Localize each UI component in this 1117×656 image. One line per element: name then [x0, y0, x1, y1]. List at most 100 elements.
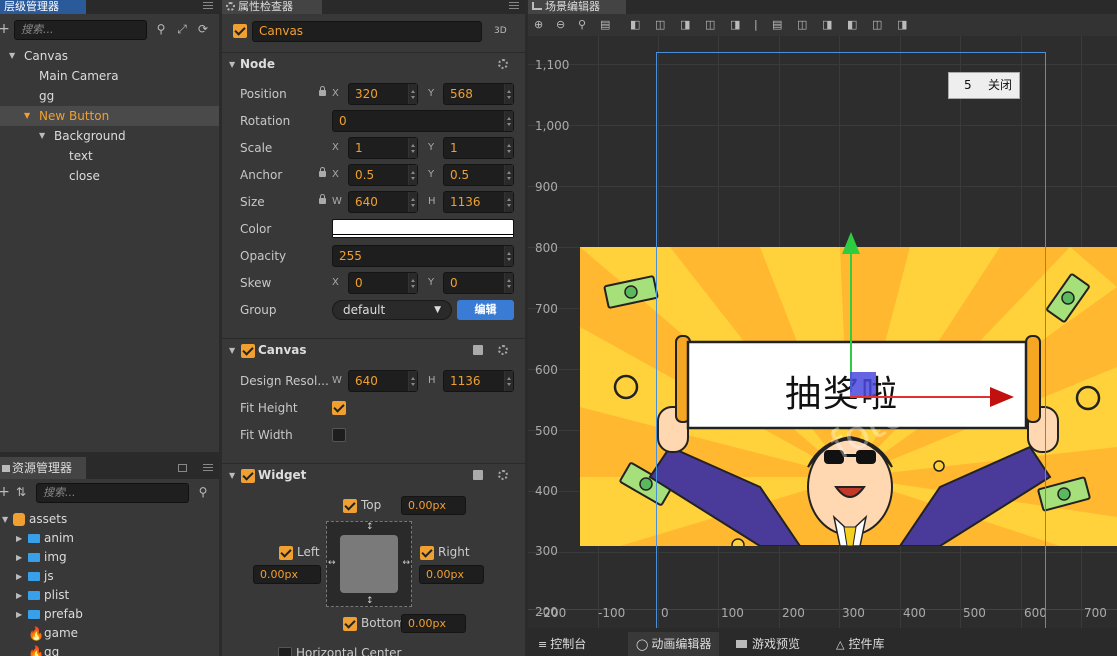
canvas-enabled-checkbox[interactable]: [241, 344, 255, 358]
tab-hierarchy[interactable]: 层级管理器: [0, 0, 86, 14]
gizmo-x-arrow-icon[interactable]: [990, 387, 1014, 407]
distribute-hcenter-icon[interactable]: ◫: [872, 18, 882, 31]
stepper[interactable]: [408, 192, 417, 212]
distribute-right-icon[interactable]: ◨: [897, 18, 907, 31]
add-icon[interactable]: +: [0, 22, 11, 36]
position-y-input[interactable]: 568: [443, 83, 514, 105]
tab-console[interactable]: ≡ 控制台: [530, 632, 594, 656]
tab-inspector[interactable]: 属性检查器: [222, 0, 322, 14]
tree-item-main-camera[interactable]: Main Camera: [0, 66, 219, 86]
align-left-icon[interactable]: ◧: [630, 18, 640, 31]
rotation-input[interactable]: 0: [332, 110, 514, 132]
tree-item-prefab[interactable]: ▶ prefab: [0, 605, 219, 624]
scale-y-input[interactable]: 1: [443, 137, 514, 159]
stepper[interactable]: [408, 165, 417, 185]
skew-x-input[interactable]: 0: [348, 272, 418, 294]
menu-icon[interactable]: [203, 0, 213, 10]
tree-item-img[interactable]: ▶ img: [0, 548, 219, 567]
gear-icon[interactable]: [498, 345, 508, 355]
stepper[interactable]: [408, 273, 417, 293]
design-w-input[interactable]: 640: [348, 370, 418, 392]
widget-alignment-box[interactable]: ↕ ↕ ↔ ↔: [326, 521, 412, 607]
distribute-bottom-icon[interactable]: ◨: [822, 18, 832, 31]
tree-item-gg[interactable]: gg: [0, 86, 219, 106]
skew-y-input[interactable]: 0: [443, 272, 514, 294]
hierarchy-search-input[interactable]: 搜索...: [14, 20, 147, 40]
stepper[interactable]: [408, 84, 417, 104]
tree-item-text[interactable]: text: [0, 146, 219, 166]
align-top-icon[interactable]: ▤: [600, 18, 610, 31]
help-book-icon[interactable]: [473, 470, 483, 480]
menu-icon[interactable]: [509, 0, 519, 10]
refresh-icon[interactable]: ⟳: [196, 22, 210, 36]
zoom-out-icon[interactable]: ⊖: [556, 18, 565, 31]
zoom-reset-icon[interactable]: ⚲: [578, 18, 586, 31]
fit-height-checkbox[interactable]: [332, 401, 346, 415]
gear-icon[interactable]: [498, 470, 508, 480]
stepper[interactable]: [504, 111, 513, 131]
tree-item-game[interactable]: 🔥 game: [0, 624, 219, 643]
tab-animation-editor[interactable]: ◯ 动画编辑器: [628, 632, 720, 656]
stepper[interactable]: [504, 371, 513, 391]
distribute-vcenter-icon[interactable]: ◫: [797, 18, 807, 31]
node-section-header[interactable]: ▼ Node: [222, 52, 525, 76]
color-swatch[interactable]: [332, 219, 514, 238]
distribute-left-icon[interactable]: ◧: [847, 18, 857, 31]
fit-width-checkbox[interactable]: [332, 428, 346, 442]
left-input[interactable]: 0.00px: [253, 565, 321, 584]
anchor-y-input[interactable]: 0.5: [443, 164, 514, 186]
node-active-checkbox[interactable]: [233, 24, 247, 38]
3d-toggle[interactable]: 3D: [494, 26, 507, 36]
stepper[interactable]: [408, 138, 417, 158]
node-name-input[interactable]: Canvas: [252, 21, 482, 42]
zoom-in-icon[interactable]: ⊕: [534, 18, 543, 31]
add-icon[interactable]: +: [0, 485, 11, 499]
gear-icon[interactable]: [498, 59, 508, 69]
align-right-icon[interactable]: ◨: [730, 18, 740, 31]
group-select[interactable]: default ▼: [332, 300, 452, 320]
size-h-input[interactable]: 1136: [443, 191, 514, 213]
top-input[interactable]: 0.00px: [401, 496, 466, 515]
right-checkbox[interactable]: [420, 546, 434, 560]
search-icon[interactable]: ⚲: [196, 485, 210, 499]
tab-scene[interactable]: 场景编辑器: [528, 0, 626, 14]
tree-item-plist[interactable]: ▶ plist: [0, 586, 219, 605]
scene-viewport[interactable]: 1,100 1,000 900 800 700 600 500 400 300 …: [528, 36, 1117, 628]
edit-group-button[interactable]: 编辑: [457, 300, 514, 320]
tab-widget-library[interactable]: △ 控件库: [828, 632, 892, 656]
tab-game-preview[interactable]: 游戏预览: [728, 632, 808, 656]
stepper[interactable]: [504, 246, 513, 266]
collapse-icon[interactable]: ⤢: [175, 22, 189, 36]
stepper[interactable]: [504, 138, 513, 158]
lock-icon[interactable]: [319, 86, 326, 96]
horizontal-center-checkbox[interactable]: [278, 647, 292, 656]
right-input[interactable]: 0.00px: [419, 565, 484, 584]
align-hcenter-icon[interactable]: ◫: [655, 18, 665, 31]
canvas-section-header[interactable]: ▼ Canvas: [222, 338, 525, 362]
tree-item-close[interactable]: close: [0, 166, 219, 186]
help-book-icon[interactable]: [473, 345, 483, 355]
sort-icon[interactable]: ⇅: [14, 485, 28, 499]
tree-item-gg-scene[interactable]: 🔥 gg: [0, 643, 219, 656]
top-checkbox[interactable]: [343, 499, 357, 513]
tree-item-js[interactable]: ▶ js: [0, 567, 219, 586]
menu-icon[interactable]: [203, 462, 213, 472]
tree-item-new-button[interactable]: ▼ New Button: [0, 106, 219, 126]
assets-search-input[interactable]: 搜索...: [36, 483, 189, 503]
widget-enabled-checkbox[interactable]: [241, 469, 255, 483]
gizmo-center-handle[interactable]: [850, 372, 876, 396]
gizmo-y-arrow-icon[interactable]: [842, 232, 860, 254]
close-button-node[interactable]: 5 关闭: [948, 72, 1020, 99]
tree-item-assets[interactable]: ▼ assets: [0, 510, 219, 529]
tree-item-canvas[interactable]: ▼ Canvas: [0, 46, 219, 66]
position-x-input[interactable]: 320: [348, 83, 418, 105]
opacity-input[interactable]: 255: [332, 245, 514, 267]
align-vcenter-icon[interactable]: ◫: [705, 18, 715, 31]
lock-icon[interactable]: [319, 167, 326, 177]
gizmo-x-axis[interactable]: [850, 396, 996, 398]
gizmo-y-axis[interactable]: [850, 246, 852, 392]
stepper[interactable]: [408, 371, 417, 391]
design-h-input[interactable]: 1136: [443, 370, 514, 392]
scale-x-input[interactable]: 1: [348, 137, 418, 159]
stepper[interactable]: [504, 192, 513, 212]
